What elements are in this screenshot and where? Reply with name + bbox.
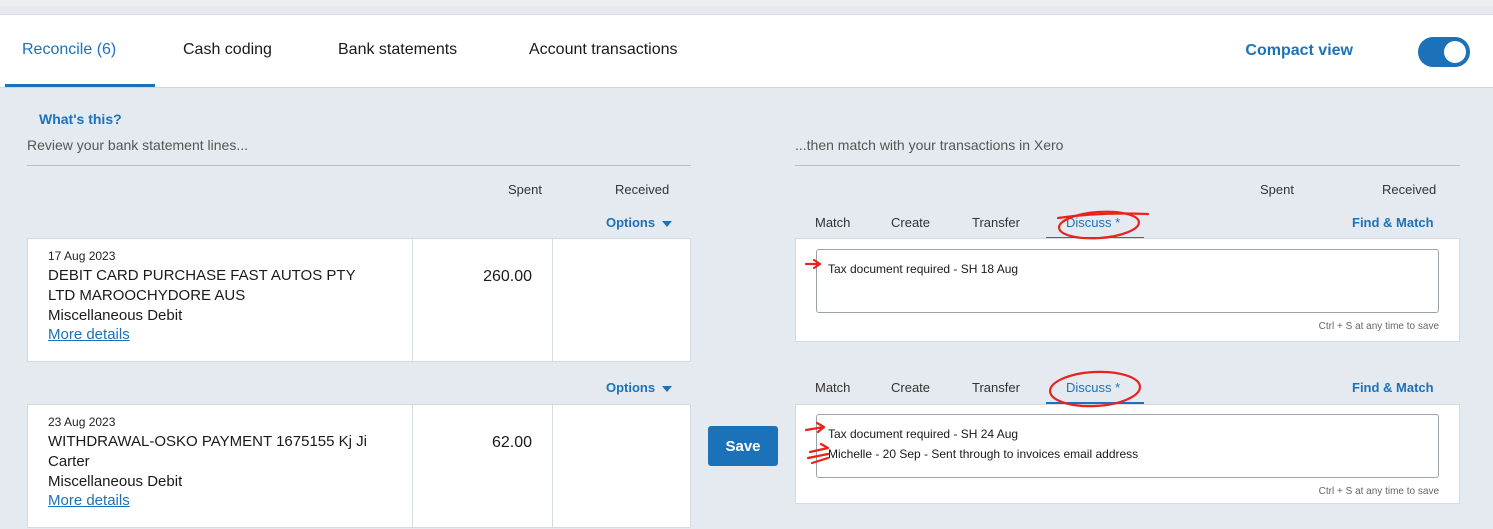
discuss-panel-2: Tax document required - SH 24 Aug Michel… <box>795 404 1460 504</box>
toggle-knob <box>1444 41 1466 63</box>
find-match-link[interactable]: Find & Match <box>1352 380 1434 395</box>
options-label: Options <box>606 215 656 230</box>
statement-line-2: 23 Aug 2023 WITHDRAWAL-OSKO PAYMENT 1675… <box>27 404 691 528</box>
note-line: Michelle - 20 Sep - Sent through to invo… <box>828 447 1139 461</box>
statement-reference: Miscellaneous Debit <box>48 307 183 324</box>
find-match-link[interactable]: Find & Match <box>1352 215 1434 230</box>
statement-spent-cell: 260.00 <box>413 239 553 361</box>
statement-description-line: DEBIT CARD PURCHASE FAST AUTOS PTY <box>48 267 356 284</box>
statement-spent-cell: 62.00 <box>413 405 553 527</box>
statement-description: DEBIT CARD PURCHASE FAST AUTOS PTY LTD M… <box>48 266 392 306</box>
statement-reference: Miscellaneous Debit <box>48 473 183 490</box>
right-divider <box>795 165 1460 166</box>
right-col-received: Received <box>1382 182 1437 197</box>
statement-date: 17 Aug 2023 <box>48 249 116 263</box>
tab-create[interactable]: Create <box>891 380 930 395</box>
tab-discuss[interactable]: Discuss * <box>1066 215 1120 230</box>
tab-account-transactions[interactable]: Account transactions <box>529 41 678 59</box>
discussion-textarea[interactable]: Tax document required - SH 24 Aug Michel… <box>816 414 1439 478</box>
options-label: Options <box>606 380 656 395</box>
statement-description: WITHDRAWAL-OSKO PAYMENT 1675155 Kj Ji Ca… <box>48 432 392 472</box>
note-line: Tax document required - SH 24 Aug <box>828 427 1019 441</box>
discussion-textarea[interactable]: Tax document required - SH 18 Aug <box>816 249 1439 313</box>
more-details-link[interactable]: More details <box>48 492 392 509</box>
more-details-link[interactable]: More details <box>48 326 392 343</box>
save-shortcut-hint: Ctrl + S at any time to save <box>1318 486 1439 497</box>
tab-transfer[interactable]: Transfer <box>972 380 1020 395</box>
whats-this-link[interactable]: What's this? <box>39 111 122 127</box>
caret-down-icon <box>662 220 673 227</box>
statement-spent-value: 62.00 <box>491 434 532 451</box>
right-col-spent: Spent <box>1260 182 1294 197</box>
statement-line-1: 17 Aug 2023 DEBIT CARD PURCHASE FAST AUT… <box>27 238 691 362</box>
active-tab-indicator <box>5 84 155 87</box>
tab-match[interactable]: Match <box>815 215 850 230</box>
note-line: Tax document required - SH 18 Aug <box>828 262 1019 276</box>
options-dropdown-1[interactable]: Options <box>606 215 673 230</box>
statement-description-line: WITHDRAWAL-OSKO PAYMENT 1675155 Kj Ji <box>48 433 367 450</box>
discuss-panel-1: Tax document required - SH 18 Aug Ctrl +… <box>795 238 1460 342</box>
tabs-bar: Reconcile (6) Cash coding Bank statement… <box>0 15 1493 88</box>
left-col-received: Received <box>615 182 670 197</box>
statement-description-line: Carter <box>48 453 90 470</box>
caret-down-icon <box>662 385 673 392</box>
compact-view-toggle[interactable] <box>1418 37 1470 67</box>
options-dropdown-2[interactable]: Options <box>606 380 673 395</box>
left-col-spent: Spent <box>508 182 542 197</box>
top-strip <box>0 0 1493 6</box>
right-heading: ...then match with your transactions in … <box>795 137 1064 153</box>
left-heading: Review your bank statement lines... <box>27 137 248 153</box>
statement-info: 23 Aug 2023 WITHDRAWAL-OSKO PAYMENT 1675… <box>28 405 413 527</box>
tab-match[interactable]: Match <box>815 380 850 395</box>
statement-description-line: LTD MAROOCHYDORE AUS <box>48 287 246 304</box>
tab-discuss[interactable]: Discuss * <box>1066 380 1120 395</box>
statement-date: 23 Aug 2023 <box>48 415 116 429</box>
compact-view-label: Compact view <box>1245 42 1353 59</box>
tab-transfer[interactable]: Transfer <box>972 215 1020 230</box>
left-divider <box>27 165 691 166</box>
tab-create[interactable]: Create <box>891 215 930 230</box>
tab-cash-coding[interactable]: Cash coding <box>183 41 272 59</box>
statement-spent-value: 260.00 <box>483 268 532 285</box>
save-shortcut-hint: Ctrl + S at any time to save <box>1318 321 1439 332</box>
statement-info: 17 Aug 2023 DEBIT CARD PURCHASE FAST AUT… <box>28 239 413 361</box>
save-button[interactable]: Save <box>708 426 778 466</box>
tab-bank-statements[interactable]: Bank statements <box>338 41 457 59</box>
tab-reconcile[interactable]: Reconcile (6) <box>22 41 116 59</box>
